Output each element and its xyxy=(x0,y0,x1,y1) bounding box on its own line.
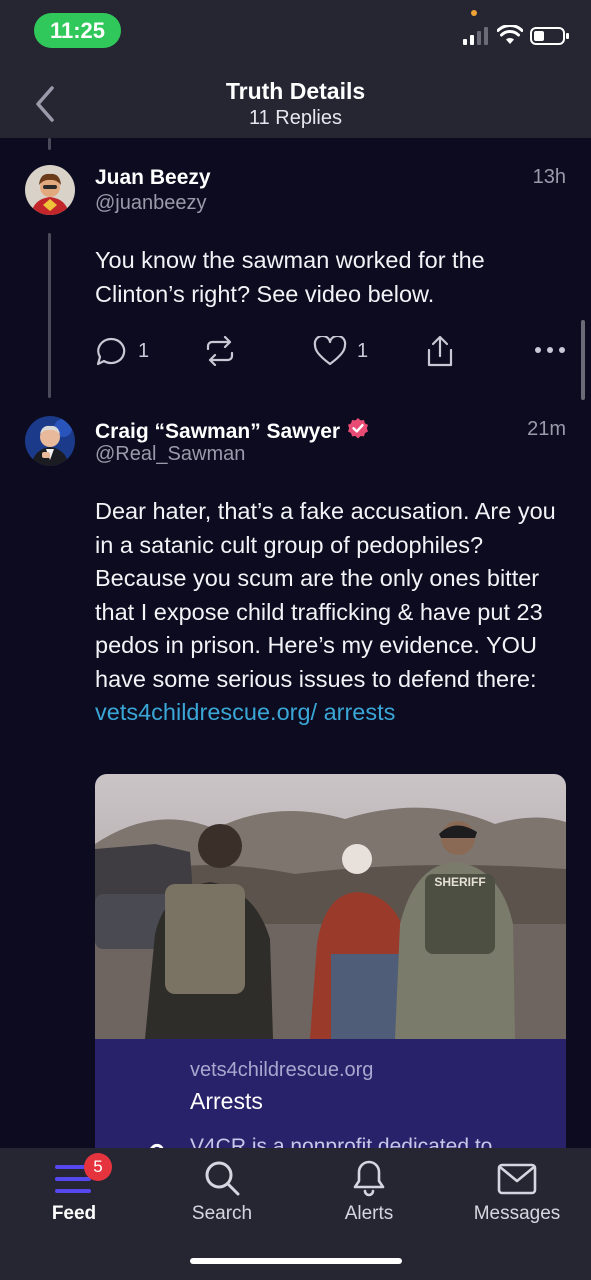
battery-icon xyxy=(530,27,569,45)
preview-domain: vets4childrescue.org xyxy=(190,1059,374,1081)
tab-search[interactable]: Search xyxy=(148,1148,296,1238)
post-text-body: Dear hater, that’s a fake accusation. Ar… xyxy=(95,498,556,692)
cellular-signal-icon xyxy=(463,27,488,45)
privacy-indicator xyxy=(471,10,477,16)
tab-feed[interactable]: 5 Feed xyxy=(0,1148,148,1238)
tab-messages[interactable]: Messages xyxy=(443,1148,591,1238)
retruth-icon[interactable] xyxy=(203,336,237,366)
status-time: 11:25 xyxy=(34,13,121,48)
author-name-text: Craig “Sawman” Sawyer xyxy=(95,420,341,443)
bell-icon xyxy=(353,1160,385,1197)
preview-image: SHERIFF xyxy=(95,774,566,1039)
thread-connector-top xyxy=(48,138,51,150)
envelope-icon xyxy=(497,1163,537,1195)
scrollbar[interactable] xyxy=(581,320,585,400)
heart-icon[interactable] xyxy=(313,336,347,366)
reply-icon[interactable] xyxy=(95,336,127,368)
post-text: You know the sawman worked for the Clint… xyxy=(95,247,485,307)
tab-label: Alerts xyxy=(344,1203,394,1224)
post-link[interactable]: vets4childrescue.org/ arrests xyxy=(95,699,395,725)
post-text: Dear hater, that’s a fake accusation. Ar… xyxy=(95,495,561,730)
author-handle[interactable]: @Real_Sawman xyxy=(95,443,245,466)
author-handle[interactable]: @juanbeezy xyxy=(95,192,206,215)
sheriff-text: SHERIFF xyxy=(434,875,485,889)
thread-connector xyxy=(48,233,51,398)
verified-badge-icon xyxy=(348,418,369,439)
more-options-icon[interactable] xyxy=(534,346,568,354)
reply-count-subtitle: 11 Replies xyxy=(248,107,343,129)
wifi-icon xyxy=(497,25,523,44)
page-title: Truth Details xyxy=(225,78,366,104)
tab-alerts[interactable]: Alerts xyxy=(295,1148,443,1238)
notification-badge: 5 xyxy=(84,1153,112,1181)
tab-label: Search xyxy=(191,1203,253,1224)
post-timestamp: 13h xyxy=(532,166,566,188)
tab-label: Feed xyxy=(51,1203,97,1224)
author-name[interactable]: Craig “Sawman” Sawyer xyxy=(95,417,370,444)
share-icon[interactable] xyxy=(426,334,454,368)
preview-title: Arrests xyxy=(190,1088,263,1114)
avatar[interactable] xyxy=(25,416,75,466)
search-icon xyxy=(205,1161,240,1196)
avatar[interactable] xyxy=(25,165,75,215)
reply-count: 1 xyxy=(138,340,150,362)
top-bar: 11:25 Truth Details 11 Replies xyxy=(0,0,591,138)
home-indicator[interactable] xyxy=(190,1258,402,1264)
post-timestamp: 21m xyxy=(527,418,566,440)
author-name[interactable]: Juan Beezy xyxy=(95,166,211,190)
link-preview-card[interactable]: SHERIFF vets4childrescue.org Arrests V4C… xyxy=(95,774,566,1194)
tab-label: Messages xyxy=(473,1203,561,1224)
like-count: 1 xyxy=(357,340,369,362)
